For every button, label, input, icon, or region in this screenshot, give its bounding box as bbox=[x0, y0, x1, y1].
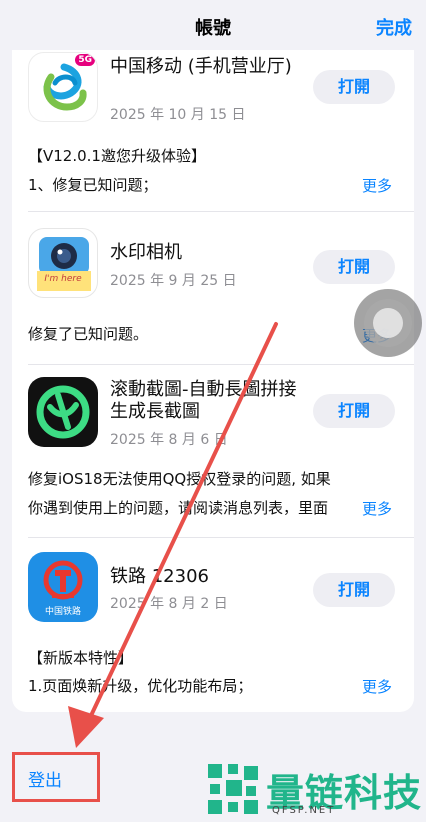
release-note-line: 1.页面焕新升级，优化功能布局； bbox=[28, 677, 253, 695]
release-note-line: 【新版本特性】 bbox=[28, 649, 134, 667]
app-date: 2025 年 8 月 2 日 bbox=[110, 596, 228, 612]
nav-bar: 帳號 完成 bbox=[0, 0, 426, 50]
more-link[interactable]: 更多 bbox=[362, 498, 392, 519]
app-name: 滚動截圖-自動長圖拼接生成長截圖 bbox=[110, 379, 297, 422]
done-button[interactable]: 完成 bbox=[376, 14, 412, 40]
annotation-highlight-box bbox=[12, 752, 100, 802]
watermark-logo-icon bbox=[208, 764, 258, 814]
railway-12306-app-icon[interactable]: 中国铁路 bbox=[28, 552, 98, 622]
page-title: 帳號 bbox=[195, 18, 231, 39]
more-link[interactable]: 更多 bbox=[362, 676, 392, 697]
watermark: 量链科技 QFSP.NET bbox=[206, 762, 422, 818]
open-button[interactable]: 打開 bbox=[313, 70, 395, 104]
open-button[interactable]: 打開 bbox=[313, 394, 395, 428]
divider bbox=[28, 364, 414, 365]
purchased-apps-list: 5G 中国移动 (手机营业厅) 2025 年 10 月 15 日 打開 【V12… bbox=[12, 40, 414, 712]
watermark-camera-app-icon[interactable]: I'm here bbox=[28, 228, 98, 298]
china-mobile-app-icon[interactable]: 5G bbox=[28, 52, 98, 122]
open-button[interactable]: 打開 bbox=[313, 573, 395, 607]
watermark-site: QFSP.NET bbox=[272, 805, 336, 816]
release-note-line: 修复iOS18无法使用QQ授权登录的问题, 如果 bbox=[28, 470, 331, 488]
icon-caption: 中国铁路 bbox=[44, 607, 81, 617]
divider bbox=[28, 211, 414, 212]
divider bbox=[28, 537, 414, 538]
app-name: 中国移动 (手机营业厅) bbox=[110, 56, 292, 77]
more-link[interactable]: 更多 bbox=[362, 175, 392, 196]
release-note-line: 1、修复已知问题； bbox=[28, 176, 158, 194]
release-note-line: 你遇到使用上的问题，请阅读消息列表，里面 bbox=[28, 499, 329, 517]
scroll-screenshot-app-icon[interactable] bbox=[28, 377, 98, 447]
assistive-touch-button[interactable] bbox=[354, 289, 422, 357]
open-button[interactable]: 打開 bbox=[313, 250, 395, 284]
release-note-line: 修复了已知问题。 bbox=[28, 325, 149, 343]
5g-badge: 5G bbox=[75, 54, 95, 66]
app-date: 2025 年 9 月 25 日 bbox=[110, 273, 237, 289]
app-date: 2025 年 8 月 6 日 bbox=[110, 432, 228, 448]
app-name: 水印相机 bbox=[110, 242, 182, 263]
icon-caption: I'm here bbox=[44, 274, 82, 284]
app-date: 2025 年 10 月 15 日 bbox=[110, 107, 246, 123]
app-name: 铁路 12306 bbox=[110, 566, 209, 587]
release-note-line: 【V12.0.1邀您升级体验】 bbox=[28, 147, 206, 165]
